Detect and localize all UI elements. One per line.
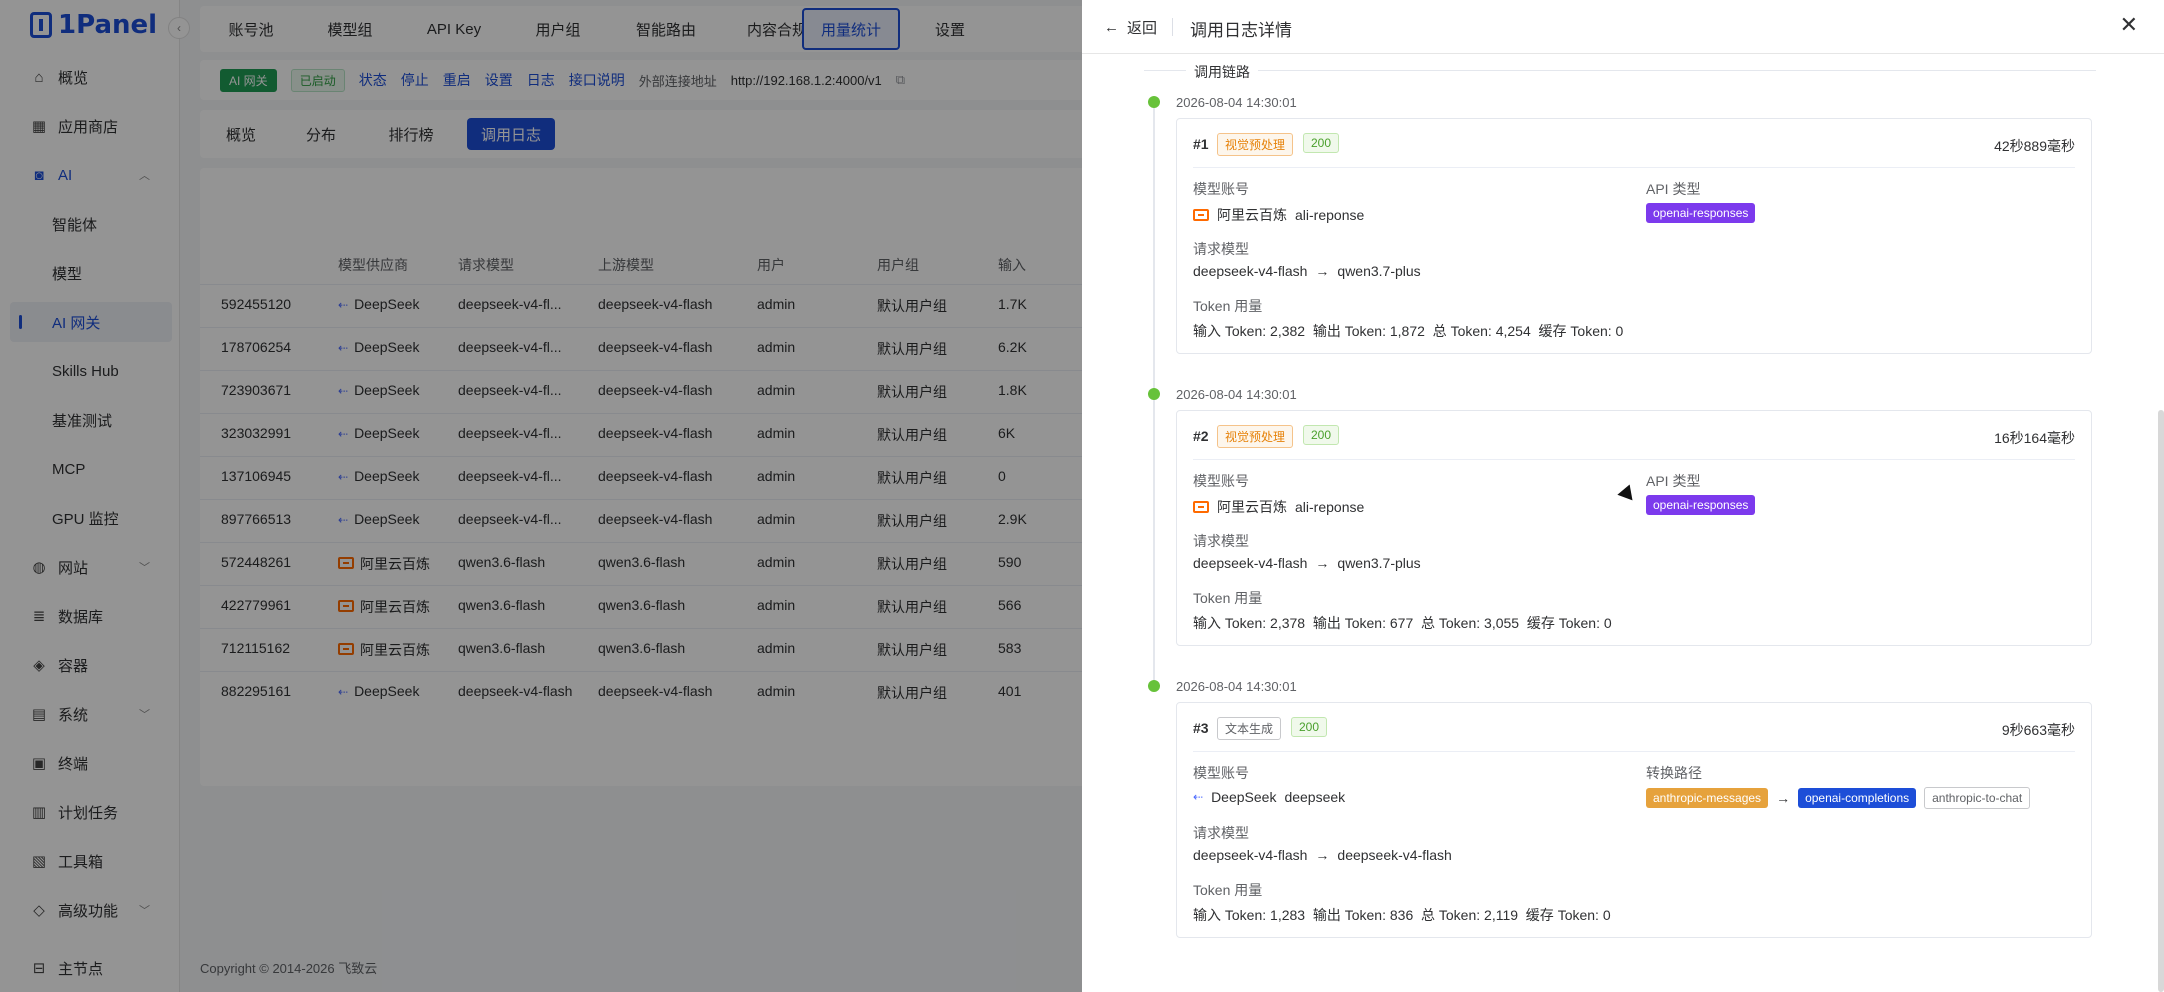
- model-mapping: deepseek-v4-flash → deepseek-v4-flash: [1193, 847, 1452, 863]
- token-usage-label: Token 用量: [1193, 590, 1263, 606]
- section-divider: [1144, 70, 2096, 71]
- account-value: ⇠ DeepSeek deepseek: [1193, 789, 1346, 805]
- convert-path-value: anthropic-messages → openai-completions …: [1646, 787, 2031, 809]
- call-chain-label: 调用链路: [1186, 62, 1258, 82]
- model-mapping: deepseek-v4-flash → qwen3.7-plus: [1193, 263, 1421, 279]
- call-card: #3 文本生成 200 9秒663毫秒 模型账号 ⇠ DeepSeek deepse…: [1176, 702, 2092, 938]
- close-icon[interactable]: ✕: [2120, 12, 2138, 38]
- status-code-badge: 200: [1303, 133, 1340, 153]
- arrow-right-icon: →: [1315, 263, 1330, 279]
- card-divider: [1193, 167, 2075, 168]
- target-format-badge: openai-completions: [1798, 788, 1917, 808]
- arrow-right-icon: →: [1776, 790, 1791, 806]
- request-model-label: 请求模型: [1193, 825, 1249, 841]
- card-divider: [1193, 751, 2075, 752]
- status-code-badge: 200: [1303, 425, 1340, 445]
- timeline-dot: [1148, 680, 1160, 692]
- source-format-badge: anthropic-messages: [1646, 788, 1769, 808]
- api-type-value: openai-responses: [1646, 203, 1756, 223]
- back-button[interactable]: ← 返回: [1104, 17, 1157, 38]
- drawer-title: 调用日志详情: [1190, 21, 1292, 40]
- call-card: #2 视觉预处理 200 16秒164毫秒 模型账号 阿里云百炼 ali-repo…: [1176, 410, 2092, 646]
- call-time: 2026-08-04 14:30:01: [1176, 95, 1297, 110]
- api-type-label: API 类型: [1646, 473, 1701, 489]
- token-usage-value: 输入 Token: 2,378 输出 Token: 677 总 Token: 3…: [1193, 615, 1612, 631]
- token-usage-label: Token 用量: [1193, 298, 1263, 314]
- api-type-label: API 类型: [1646, 181, 1701, 197]
- call-type-badge: 视觉预处理: [1217, 133, 1294, 156]
- account-label: 模型账号: [1193, 181, 1249, 197]
- card-divider: [1193, 459, 2075, 460]
- timeline-dot: [1148, 388, 1160, 400]
- status-code-badge: 200: [1291, 717, 1328, 737]
- api-type-badge: openai-responses: [1646, 203, 1756, 223]
- call-index: #3: [1193, 720, 1209, 736]
- call-duration: 16秒164毫秒: [1994, 430, 2075, 446]
- drawer-header: ← 返回 调用日志详情 ✕: [1082, 0, 2164, 54]
- converter-badge: anthropic-to-chat: [1924, 787, 2031, 809]
- arrow-left-icon: ←: [1104, 19, 1119, 36]
- request-model-label: 请求模型: [1193, 241, 1249, 257]
- call-duration: 9秒663毫秒: [2001, 722, 2075, 738]
- arrow-right-icon: →: [1315, 847, 1330, 863]
- aliyun-icon: [1193, 209, 1209, 221]
- token-usage-value: 输入 Token: 2,382 输出 Token: 1,872 总 Token:…: [1193, 323, 1624, 339]
- arrow-right-icon: →: [1315, 555, 1330, 571]
- call-duration: 42秒889毫秒: [1994, 138, 2075, 154]
- account-value: 阿里云百炼 ali-reponse: [1193, 497, 1364, 517]
- modal-overlay[interactable]: [0, 0, 1082, 992]
- aliyun-icon: [1193, 501, 1209, 513]
- model-mapping: deepseek-v4-flash → qwen3.7-plus: [1193, 555, 1421, 571]
- account-label: 模型账号: [1193, 765, 1249, 781]
- request-model-label: 请求模型: [1193, 533, 1249, 549]
- drawer-scrollbar[interactable]: [2158, 410, 2164, 992]
- header-divider: [1172, 18, 1173, 36]
- call-time: 2026-08-04 14:30:01: [1176, 387, 1297, 402]
- api-type-value: openai-responses: [1646, 495, 1756, 515]
- account-value: 阿里云百炼 ali-reponse: [1193, 205, 1364, 225]
- token-usage-value: 输入 Token: 1,283 输出 Token: 836 总 Token: 2…: [1193, 907, 1611, 923]
- convert-path-label: 转换路径: [1646, 765, 1702, 781]
- api-type-badge: openai-responses: [1646, 495, 1756, 515]
- call-type-badge: 文本生成: [1217, 717, 1282, 740]
- call-time: 2026-08-04 14:30:01: [1176, 679, 1297, 694]
- call-index: #1: [1193, 136, 1209, 152]
- call-type-badge: 视觉预处理: [1217, 425, 1294, 448]
- deepseek-icon: ⇠: [1193, 790, 1204, 804]
- token-usage-label: Token 用量: [1193, 882, 1263, 898]
- timeline-dot: [1148, 96, 1160, 108]
- account-label: 模型账号: [1193, 473, 1249, 489]
- call-card: #1 视觉预处理 200 42秒889毫秒 模型账号 阿里云百炼 ali-repo…: [1176, 118, 2092, 354]
- call-index: #2: [1193, 428, 1209, 444]
